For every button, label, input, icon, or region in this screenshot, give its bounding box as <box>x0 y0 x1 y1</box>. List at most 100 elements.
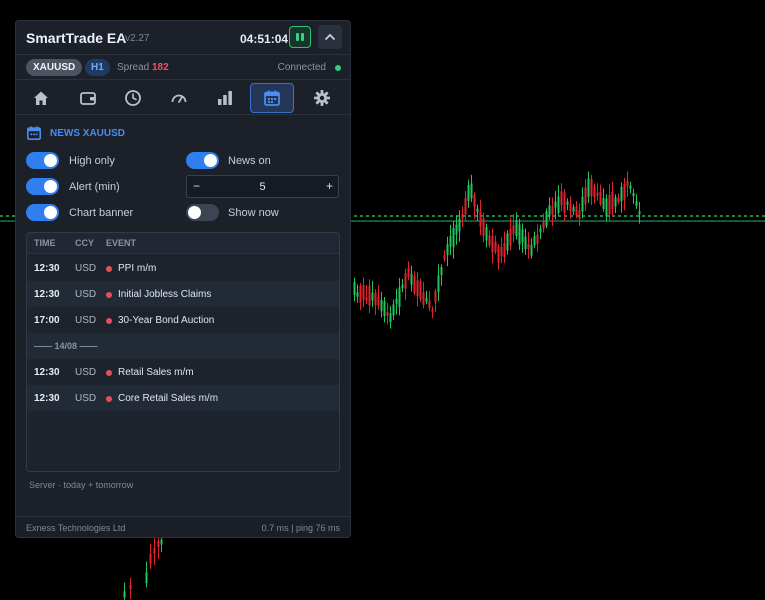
candle-body <box>545 211 548 227</box>
candle-body <box>440 267 443 275</box>
high-only-toggle[interactable] <box>26 152 59 169</box>
table-row[interactable]: 12:30 USD Initial Jobless Claims <box>27 281 339 307</box>
candle-body <box>629 185 632 189</box>
collapse-button[interactable] <box>318 25 342 49</box>
chart-banner-toggle[interactable] <box>26 204 59 221</box>
candle-body <box>395 298 398 304</box>
candle-body <box>587 178 590 197</box>
candle-body <box>611 191 614 209</box>
candle-body <box>386 311 389 316</box>
candle-body <box>512 225 515 234</box>
version-label: v2.27 <box>125 33 150 44</box>
candle-body <box>389 313 392 323</box>
candle-body <box>575 206 578 216</box>
candle-body <box>563 192 566 213</box>
candle-body <box>153 548 156 554</box>
news-on-toggle[interactable] <box>186 152 219 169</box>
event-currency: USD <box>75 263 97 274</box>
connection-dot <box>335 65 341 71</box>
tab-news[interactable] <box>250 83 294 113</box>
tab-wallet[interactable] <box>73 83 103 113</box>
candle-body <box>527 243 530 250</box>
pause-button[interactable] <box>289 26 311 48</box>
candle-body <box>632 193 635 197</box>
candle-body <box>572 207 575 212</box>
candle-body <box>560 191 563 206</box>
candle-body <box>129 584 132 590</box>
show-now-toggle[interactable] <box>186 204 219 221</box>
candle-body <box>374 292 377 306</box>
candle-body <box>452 227 455 248</box>
event-time: 12:30 <box>34 263 60 274</box>
candle-body <box>123 591 126 598</box>
candle-body <box>157 540 160 547</box>
chevron-up-icon <box>325 33 335 40</box>
candle-body <box>536 234 539 244</box>
alert-minutes-value[interactable]: 5 <box>217 181 308 193</box>
candle-body <box>533 236 536 246</box>
candle-body <box>362 285 365 301</box>
tab-performance[interactable] <box>164 83 194 113</box>
candle-body <box>554 201 557 208</box>
candle-body <box>425 297 428 302</box>
candle-body <box>160 539 163 545</box>
candle-body <box>371 292 374 301</box>
col-time: TIME <box>34 238 56 248</box>
candle-body <box>365 296 368 301</box>
candle-body <box>443 255 446 260</box>
chart-banner-label: Chart banner <box>69 207 134 219</box>
decrement-button[interactable]: − <box>193 179 203 193</box>
candle-body <box>635 200 638 207</box>
event-time: 12:30 <box>34 289 60 300</box>
alert-toggle[interactable] <box>26 178 59 195</box>
candle-body <box>539 228 542 233</box>
bar-chart-icon <box>218 91 232 105</box>
candle-body <box>401 284 404 288</box>
high-only-label: High only <box>69 155 115 167</box>
impact-dot <box>106 266 112 272</box>
tab-settings[interactable] <box>307 83 337 113</box>
wallet-icon <box>80 92 96 105</box>
tab-home[interactable] <box>26 83 56 113</box>
event-time: 12:30 <box>34 367 60 378</box>
tab-stats[interactable] <box>210 83 240 113</box>
candle-body <box>485 227 488 241</box>
candle-body <box>446 244 449 256</box>
time-range-note: Server · today + tomorrow <box>29 480 134 490</box>
spread-label: Spread <box>117 62 150 73</box>
candle-body <box>368 285 371 306</box>
candle-body <box>431 309 434 313</box>
candle-body <box>437 275 440 292</box>
table-row[interactable]: 12:30 USD Core Retail Sales m/m <box>27 385 339 411</box>
candle-body <box>566 201 569 205</box>
candle-body <box>407 267 410 278</box>
table-row[interactable]: 12:30 USD Retail Sales m/m <box>27 359 339 385</box>
candle-body <box>569 203 572 212</box>
candle-body <box>476 208 479 213</box>
candle-body <box>638 211 641 215</box>
server-clock: 04:51:04 <box>240 32 289 46</box>
candle-body <box>584 187 587 205</box>
table-row[interactable]: 12:30 USD PPI m/m <box>27 255 339 281</box>
candle-body <box>524 236 527 250</box>
impact-dot <box>106 396 112 402</box>
candle-body <box>620 186 623 202</box>
candle-body <box>617 197 620 203</box>
event-name: PPI m/m <box>118 263 157 274</box>
table-row[interactable]: 17:00 USD 30-Year Bond Auction <box>27 307 339 333</box>
candle-body <box>434 290 437 303</box>
candle-body <box>593 186 596 198</box>
event-time: 17:00 <box>34 315 60 326</box>
candle-body <box>614 197 617 207</box>
candle-body <box>359 285 362 303</box>
increment-button[interactable]: + <box>323 179 333 193</box>
status-bar: XAUUSD H1 Spread 182 Connected <box>16 55 350 80</box>
candle-body <box>515 220 518 236</box>
home-icon <box>34 91 48 105</box>
candle-body <box>479 210 482 227</box>
candle-body <box>413 275 416 294</box>
tab-history[interactable] <box>118 83 148 113</box>
candle-body <box>602 198 605 209</box>
date-separator: —— 14/08 —— <box>34 341 98 351</box>
candle-body <box>428 300 431 308</box>
